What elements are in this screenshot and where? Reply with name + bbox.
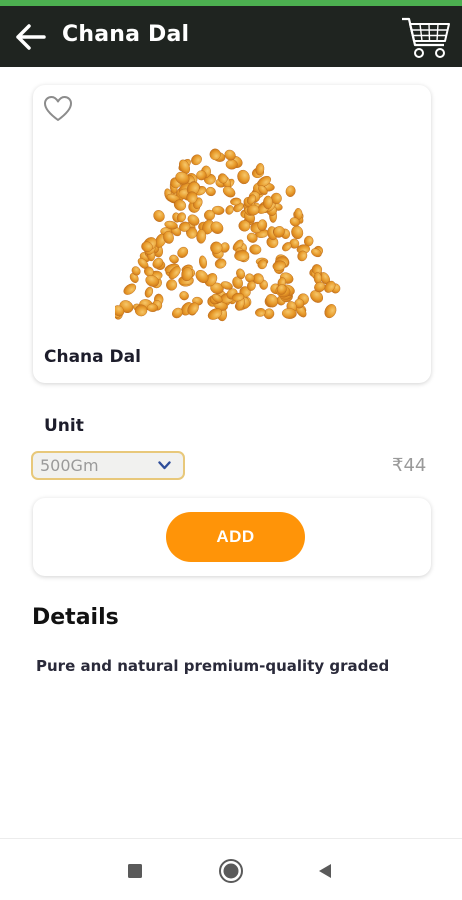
product-image xyxy=(115,148,341,322)
home-button[interactable] xyxy=(218,858,244,884)
system-nav-bar xyxy=(0,838,462,900)
add-button[interactable]: ADD xyxy=(166,512,305,562)
product-name: Chana Dal xyxy=(44,347,141,367)
app-bar: Chana Dal xyxy=(0,6,462,67)
arrow-left-icon xyxy=(16,24,46,50)
back-button[interactable] xyxy=(12,21,48,53)
unit-selected-value: 500Gm xyxy=(40,456,99,475)
triangle-back-icon xyxy=(319,864,331,878)
add-card: ADD xyxy=(33,498,431,576)
square-icon xyxy=(128,864,142,878)
page-title: Chana Dal xyxy=(62,22,190,47)
price-text: ₹44 xyxy=(392,455,427,476)
unit-select[interactable]: 500Gm xyxy=(31,451,185,480)
cart-button[interactable] xyxy=(400,15,452,61)
shopping-cart-icon xyxy=(402,17,450,58)
unit-label: Unit xyxy=(44,416,84,436)
recent-apps-button[interactable] xyxy=(122,858,148,884)
heart-outline-icon xyxy=(44,96,72,121)
circle-icon xyxy=(219,859,243,883)
chevron-down-icon xyxy=(158,461,171,470)
details-text: Pure and natural premium-quality graded xyxy=(36,657,390,675)
product-card: Chana Dal xyxy=(33,85,431,383)
details-heading: Details xyxy=(32,605,119,630)
favorite-button[interactable] xyxy=(43,95,73,123)
back-nav-button[interactable] xyxy=(312,858,338,884)
